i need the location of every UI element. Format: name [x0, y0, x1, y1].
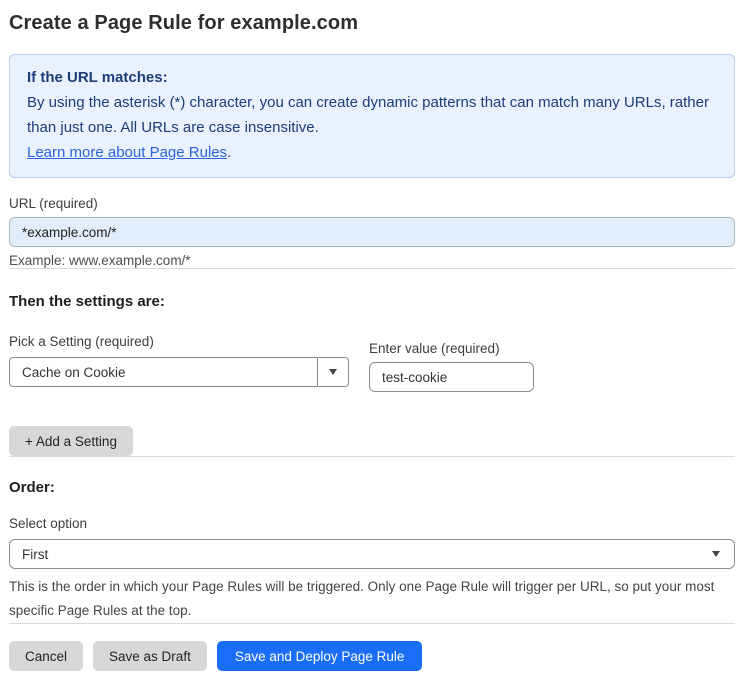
info-box-link-line: Learn more about Page Rules. — [27, 140, 717, 165]
url-example-helper: Example: www.example.com/* — [9, 253, 191, 268]
chevron-down-icon — [712, 551, 720, 557]
setting-picker-label: Pick a Setting (required) — [9, 334, 154, 349]
url-field-label: URL (required) — [9, 196, 98, 211]
footer-actions: Cancel Save as Draft Save and Deploy Pag… — [9, 641, 735, 671]
url-match-info-box: If the URL matches: By using the asteris… — [9, 54, 735, 178]
cancel-button[interactable]: Cancel — [9, 641, 84, 671]
divider — [9, 623, 735, 624]
settings-section-heading: Then the settings are: — [9, 293, 165, 310]
url-input[interactable] — [9, 217, 735, 247]
order-select-label: Select option — [9, 516, 88, 531]
save-and-deploy-button[interactable]: Save and Deploy Page Rule — [216, 641, 423, 671]
info-box-heading: If the URL matches: — [27, 69, 168, 86]
add-setting-button[interactable]: + Add a Setting — [9, 426, 133, 456]
setting-picker-arrow-button[interactable] — [317, 358, 348, 386]
setting-value-label: Enter value (required) — [369, 341, 500, 356]
setting-picker-dropdown[interactable]: Cache on Cookie — [9, 357, 349, 387]
link-suffix: . — [227, 144, 232, 161]
info-box-body: By using the asterisk (*) character, you… — [27, 94, 709, 136]
order-selected-value: First — [22, 546, 49, 562]
create-page-rule-form: Create a Page Rule for example.com If th… — [0, 0, 750, 693]
chevron-down-icon — [329, 369, 337, 375]
divider — [9, 456, 735, 457]
learn-more-link[interactable]: Learn more about Page Rules — [27, 144, 227, 161]
order-select-dropdown[interactable]: First — [9, 539, 735, 569]
order-section-heading: Order: — [9, 479, 55, 496]
page-title: Create a Page Rule for example.com — [9, 12, 359, 34]
divider — [9, 268, 735, 269]
order-helper-text: This is the order in which your Page Rul… — [9, 579, 715, 618]
save-as-draft-button[interactable]: Save as Draft — [93, 641, 207, 671]
setting-picker-column: Pick a Setting (required) Cache on Cooki… — [9, 334, 349, 392]
setting-row: Pick a Setting (required) Cache on Cooki… — [9, 334, 735, 392]
setting-value-column: Enter value (required) — [369, 341, 534, 392]
setting-value-input[interactable] — [369, 362, 534, 392]
setting-picker-selected-value: Cache on Cookie — [22, 364, 126, 380]
